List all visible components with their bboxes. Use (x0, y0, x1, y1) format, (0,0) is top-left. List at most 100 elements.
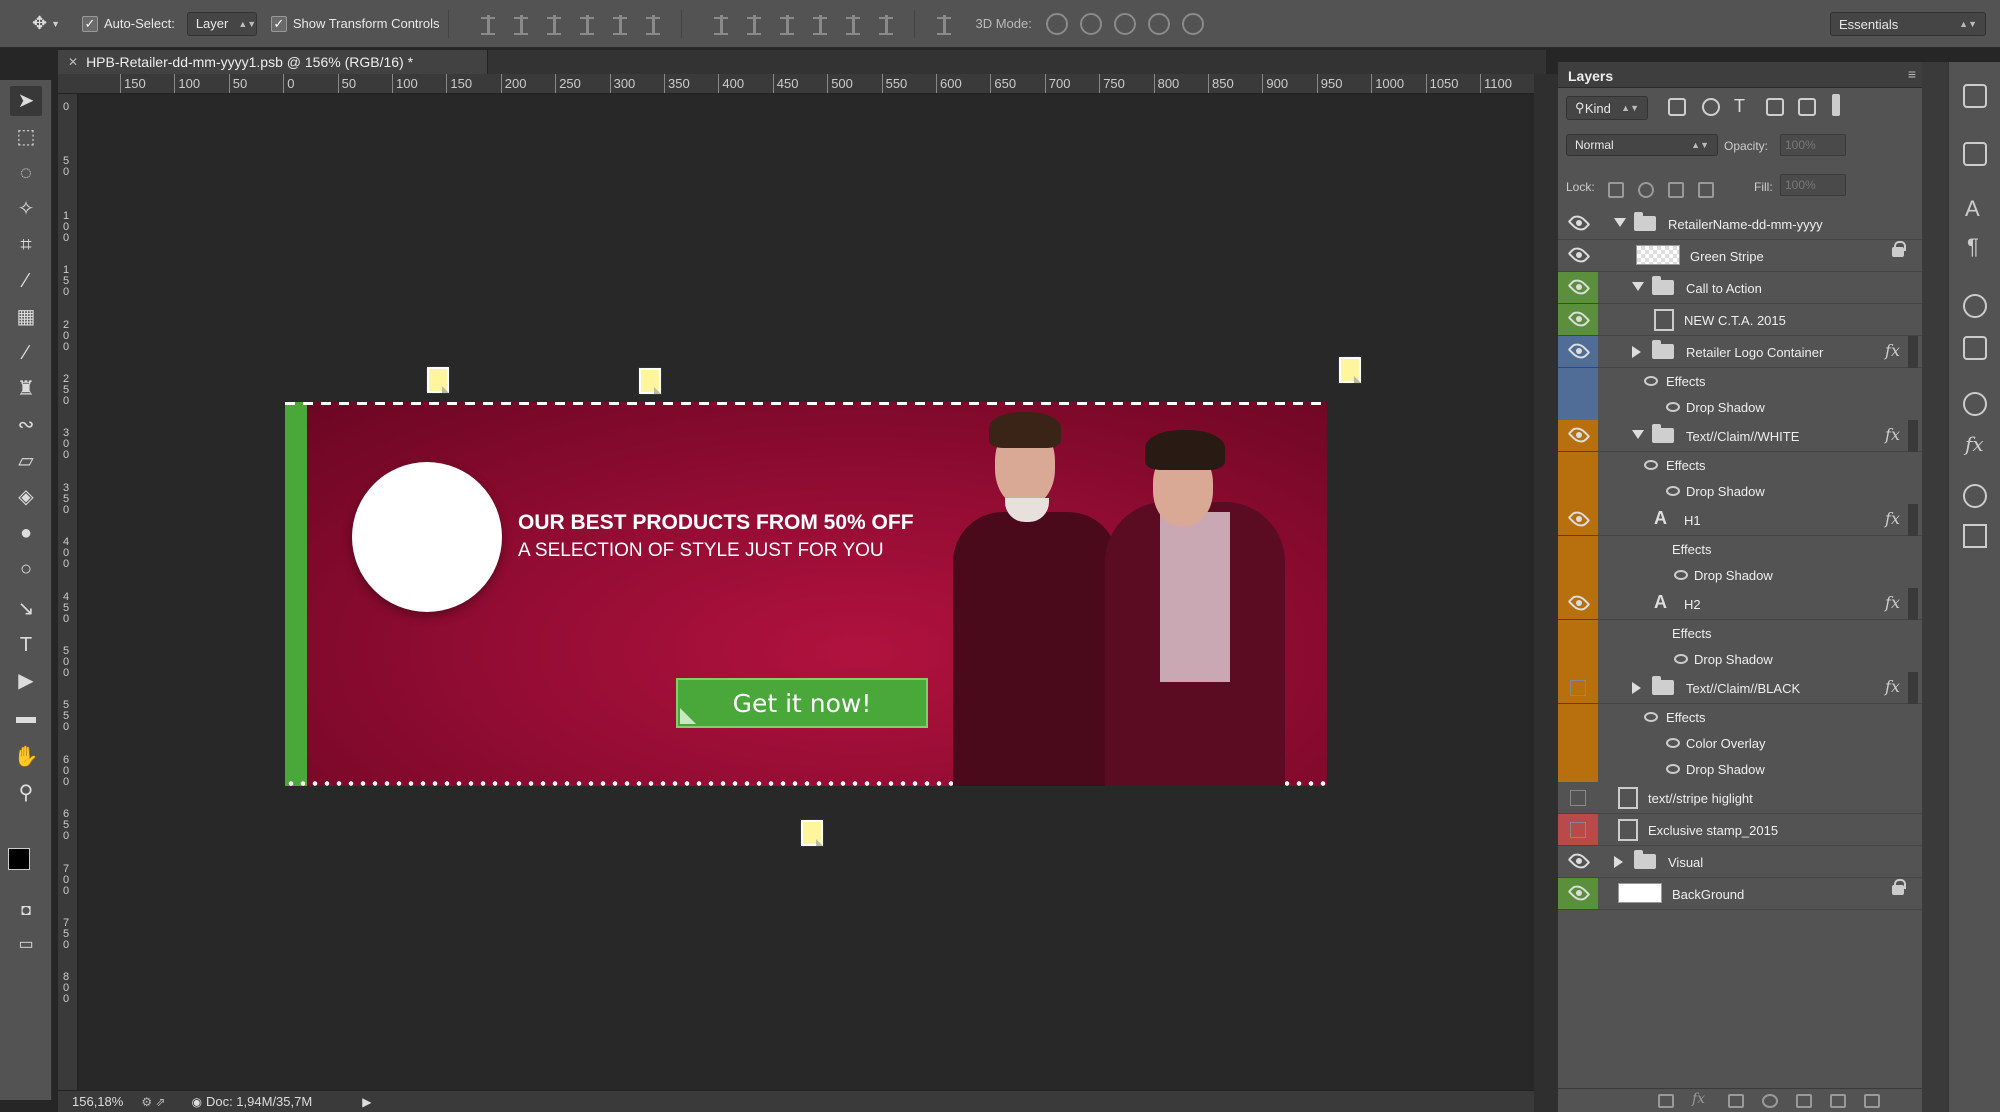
lasso-tool-icon[interactable]: ◌ (10, 158, 42, 188)
effect-eye-icon[interactable] (1666, 738, 1680, 748)
history-icon[interactable] (1963, 84, 1987, 108)
blend-mode-dropdown[interactable]: Normal ▲▼ (1566, 134, 1718, 156)
align-hcenter-icon[interactable] (607, 12, 635, 36)
history-brush-tool-icon[interactable]: ∾ (10, 410, 42, 440)
add-mask-icon[interactable] (1728, 1094, 1744, 1108)
healing-brush-tool-icon[interactable]: ▦ (10, 302, 42, 332)
pixel-filter-icon[interactable] (1668, 98, 1686, 116)
expand-right-icon[interactable] (1614, 856, 1623, 868)
distribute-top-icon[interactable] (708, 12, 736, 36)
fx-icon[interactable]: fx (1885, 677, 1900, 696)
paths-icon[interactable] (1963, 524, 1987, 548)
distribute-hcenter-icon[interactable] (840, 12, 868, 36)
distribute-right-icon[interactable] (873, 12, 901, 36)
layer-effect-row[interactable]: Drop Shadow (1558, 756, 1922, 782)
vertical-scrollbar[interactable] (1534, 74, 1558, 1112)
note-annotation-icon[interactable] (1338, 356, 1362, 384)
visibility-toggle[interactable] (1570, 790, 1586, 806)
dodge-tool-icon[interactable]: ○ (10, 554, 42, 584)
fill-field[interactable]: 100% (1780, 174, 1846, 196)
chevron-down-icon[interactable]: ▼ (51, 19, 60, 29)
expand-right-icon[interactable] (1632, 346, 1641, 358)
rectangle-tool-icon[interactable]: ▬ (10, 702, 42, 732)
layer-row[interactable]: A H1 fx (1558, 504, 1922, 536)
brush-tool-icon[interactable]: ∕ (10, 338, 42, 368)
effect-eye-icon[interactable] (1644, 376, 1658, 386)
move-tool-icon[interactable]: ✥ ▼ (24, 9, 68, 39)
smart-object-filter-icon[interactable] (1798, 98, 1816, 116)
close-icon[interactable]: ✕ (68, 55, 78, 69)
magic-wand-tool-icon[interactable]: ✧ (10, 194, 42, 224)
effects-toggle[interactable] (1908, 672, 1918, 704)
effects-toggle[interactable] (1908, 336, 1918, 368)
fx-icon[interactable]: fx (1885, 341, 1900, 360)
eyedropper-tool-icon[interactable]: ⁄ (10, 266, 42, 296)
zoom-level[interactable]: 156,18% (72, 1094, 123, 1109)
filter-kind-dropdown[interactable]: ⚲ Kind ▲▼ (1566, 96, 1648, 120)
expand-down-icon[interactable] (1632, 430, 1644, 439)
expand-right-icon[interactable] (1632, 682, 1641, 694)
layer-effect-row[interactable]: Color Overlay (1558, 730, 1922, 756)
effect-eye-icon[interactable] (1666, 764, 1680, 774)
effects-toggle[interactable] (1908, 504, 1918, 536)
distribute-left-icon[interactable] (807, 12, 835, 36)
fx-icon[interactable]: fx (1885, 509, 1900, 528)
layer-effects-row[interactable]: Effects (1558, 452, 1922, 478)
add-style-icon[interactable]: fx (1692, 1091, 1705, 1107)
layer-row[interactable]: RetailerName-dd-mm-yyyy (1558, 208, 1922, 240)
visibility-toggle[interactable] (1570, 822, 1586, 838)
new-group-icon[interactable] (1796, 1094, 1812, 1108)
lock-pixels-icon[interactable] (1638, 182, 1654, 198)
checkmark-icon[interactable]: ✓ (82, 15, 98, 32)
layer-effect-row[interactable]: Drop Shadow (1558, 646, 1922, 672)
distribute-vcenter-icon[interactable] (741, 12, 769, 36)
3d-scale-icon[interactable] (1181, 12, 1204, 35)
layer-effect-row[interactable]: Drop Shadow (1558, 478, 1922, 504)
status-icons[interactable]: ⚙ ⇗ (141, 1095, 165, 1109)
layer-row[interactable]: Text//Claim//WHITE fx (1558, 420, 1922, 452)
stamp-tool-icon[interactable]: ♜ (10, 374, 42, 404)
auto-align-icon[interactable] (931, 12, 959, 36)
lock-transparent-icon[interactable] (1608, 182, 1624, 198)
align-left-icon[interactable] (574, 12, 602, 36)
align-right-icon[interactable] (640, 12, 668, 36)
auto-select-checkbox[interactable]: ✓ Auto-Select: (82, 15, 175, 32)
layer-row[interactable]: Green Stripe (1558, 240, 1922, 272)
link-layers-icon[interactable] (1658, 1094, 1674, 1108)
note-annotation-icon[interactable] (638, 367, 662, 395)
visibility-toggle[interactable] (1570, 680, 1586, 696)
layer-row[interactable]: BackGround (1558, 878, 1922, 910)
opacity-field[interactable]: 100% (1780, 134, 1846, 156)
expand-down-icon[interactable] (1632, 282, 1644, 291)
auto-select-target-dropdown[interactable]: Layer ▲▼ (186, 11, 257, 36)
note-annotation-icon[interactable] (426, 366, 450, 394)
show-transform-checkbox[interactable]: ✓ Show Transform Controls (270, 15, 440, 32)
effect-eye-icon[interactable] (1644, 712, 1658, 722)
layer-row[interactable]: Exclusive stamp_2015 (1558, 814, 1922, 846)
effect-eye-icon[interactable] (1644, 460, 1658, 470)
align-vcenter-icon[interactable] (508, 12, 536, 36)
checkmark-icon[interactable]: ✓ (270, 15, 287, 32)
new-layer-icon[interactable] (1830, 1094, 1846, 1108)
layer-effects-row[interactable]: Effects (1558, 704, 1922, 730)
crop-tool-icon[interactable]: ⌗ (10, 230, 42, 260)
lock-position-icon[interactable] (1668, 182, 1684, 198)
3d-orbit-icon[interactable] (1045, 12, 1068, 35)
styles-icon[interactable]: fx (1965, 432, 1984, 456)
effects-toggle[interactable] (1908, 588, 1918, 620)
effect-eye-icon[interactable] (1666, 486, 1680, 496)
brush-presets-icon[interactable] (1963, 294, 1987, 318)
adjustments-icon[interactable] (1963, 392, 1987, 416)
panel-menu-icon[interactable]: ≡ (1908, 66, 1916, 82)
eraser-tool-icon[interactable]: ▱ (10, 446, 42, 476)
path-selection-tool-icon[interactable]: ▶ (10, 666, 42, 696)
blur-tool-icon[interactable]: ● (10, 518, 42, 548)
marquee-tool-icon[interactable]: ⬚ (10, 122, 42, 152)
layer-row[interactable]: text//stripe higlight (1558, 782, 1922, 814)
3d-pan-icon[interactable] (1113, 12, 1136, 35)
zoom-tool-icon[interactable]: ⚲ (10, 778, 42, 808)
type-tool-icon[interactable]: T (10, 630, 42, 660)
screen-mode-icon[interactable]: ▭ (10, 930, 42, 960)
banner-artwork[interactable]: OUR BEST PRODUCTS FROM 50% OFF A SELECTI… (285, 402, 1327, 786)
effect-eye-icon[interactable] (1674, 570, 1688, 580)
